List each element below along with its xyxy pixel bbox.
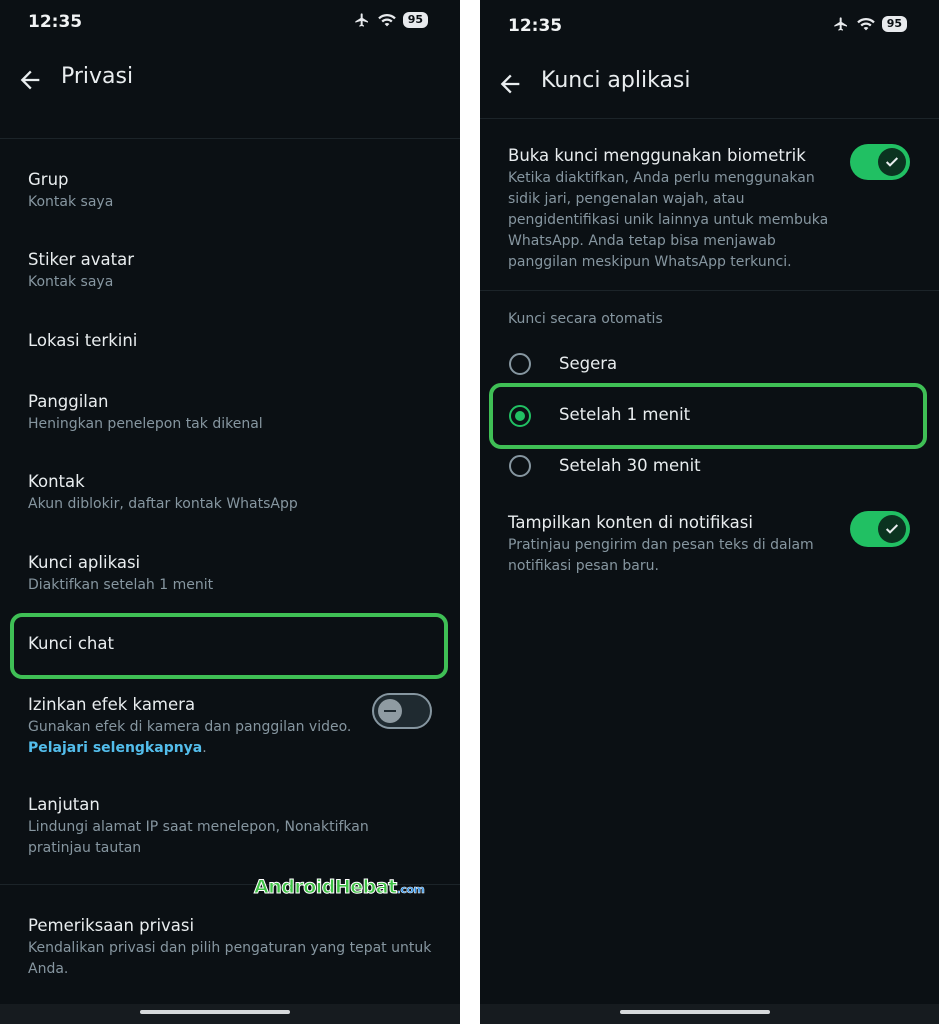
setting-subtitle: Kontak saya xyxy=(28,194,114,210)
status-icons: 95 xyxy=(353,12,428,28)
toggle-knob xyxy=(878,515,906,543)
app-lock-screen: 12:35 95 Kunci aplikasi Buka kunci mengg… xyxy=(480,0,939,1024)
desc-line: Pratinjau pengirim dan pesan teks di dal… xyxy=(508,537,814,553)
desc-line: Ketika diaktifkan, Anda perlu menggunaka… xyxy=(508,170,815,186)
page-title: Privasi xyxy=(61,64,134,89)
setting-live-location[interactable]: Lokasi terkini xyxy=(28,330,440,352)
setting-title: Kontak xyxy=(28,472,85,491)
setting-subtitle: Lindungi alamat IP saat menelepon, Nonak… xyxy=(28,817,440,859)
subtitle-line: Kendalikan privasi dan pilih pengaturan … xyxy=(28,940,432,956)
radio-label[interactable]: Setelah 30 menit xyxy=(559,456,701,475)
setting-camera-effects[interactable]: Izinkan efek kamera Gunakan efek di kame… xyxy=(28,694,352,759)
notification-content-toggle[interactable] xyxy=(850,511,910,547)
radio-after-1-minute[interactable] xyxy=(509,405,531,427)
highlight-box xyxy=(489,383,927,449)
divider xyxy=(0,138,460,139)
desc-line: notifikasi pesan baru. xyxy=(508,558,659,574)
home-indicator[interactable] xyxy=(620,1010,770,1014)
privacy-screen: 12:35 95 Privasi Grup Kontak saya Stiker… xyxy=(0,0,460,1024)
battery-indicator: 95 xyxy=(402,12,428,28)
back-arrow-icon[interactable] xyxy=(16,66,44,94)
camera-effects-toggle[interactable] xyxy=(372,693,432,729)
setting-groups[interactable]: Grup Kontak saya xyxy=(28,169,440,213)
setting-title: Grup xyxy=(28,170,69,189)
status-time: 12:35 xyxy=(28,12,83,32)
setting-description: Pratinjau pengirim dan pesan teks di dal… xyxy=(508,535,829,577)
divider xyxy=(480,290,939,291)
watermark-logo: AndroidHebat.com xyxy=(254,876,426,899)
radio-label[interactable]: Segera xyxy=(559,354,617,373)
setting-title: Izinkan efek kamera xyxy=(28,695,196,714)
status-icons: 95 xyxy=(832,16,907,32)
setting-title: Panggilan xyxy=(28,392,109,411)
setting-biometric-unlock[interactable]: Buka kunci menggunakan biometrik Ketika … xyxy=(508,145,829,273)
setting-title: Pemeriksaan privasi xyxy=(28,916,195,935)
desc-line: sidik jari, pengenalan wajah, atau xyxy=(508,191,745,207)
setting-title: Lokasi terkini xyxy=(28,331,138,350)
app-bar: Privasi xyxy=(0,60,460,100)
toggle-knob xyxy=(378,699,402,723)
setting-show-notification-content[interactable]: Tampilkan konten di notifikasi Pratinjau… xyxy=(508,512,829,577)
setting-subtitle: Kontak saya xyxy=(28,274,114,290)
radio-label[interactable]: Setelah 1 menit xyxy=(559,405,690,424)
learn-more-link[interactable]: Pelajari selengkapnya xyxy=(28,740,202,756)
subtitle-line: Lindungi alamat IP saat menelepon, Nonak… xyxy=(28,819,369,835)
navigation-bar xyxy=(480,1004,939,1024)
airplane-icon xyxy=(834,17,847,31)
auto-lock-section-label: Kunci secara otomatis xyxy=(508,311,663,327)
status-bar: 12:35 95 xyxy=(480,4,939,48)
setting-subtitle-text: Gunakan efek di kamera dan panggilan vid… xyxy=(28,719,352,735)
wifi-icon xyxy=(377,13,396,27)
setting-subtitle: Diaktifkan setelah 1 menit xyxy=(28,577,214,593)
subtitle-line: pratinjau tautan xyxy=(28,840,142,856)
setting-calls[interactable]: Panggilan Heningkan penelepon tak dikena… xyxy=(28,391,440,435)
setting-chat-lock[interactable]: Kunci chat xyxy=(28,633,440,655)
setting-privacy-checkup[interactable]: Pemeriksaan privasi Kendalikan privasi d… xyxy=(28,915,440,980)
battery-indicator: 95 xyxy=(881,16,907,32)
setting-avatar-stickers[interactable]: Stiker avatar Kontak saya xyxy=(28,249,440,293)
page-title: Kunci aplikasi xyxy=(541,68,691,93)
desc-line: WhatsApp. Anda tetap bisa menjawab xyxy=(508,233,776,249)
period: . xyxy=(202,740,207,756)
setting-subtitle: Heningkan penelepon tak dikenal xyxy=(28,416,263,432)
app-bar: Kunci aplikasi xyxy=(480,64,939,104)
setting-title: Buka kunci menggunakan biometrik xyxy=(508,146,806,165)
desc-line: panggilan meskipun WhatsApp terkunci. xyxy=(508,254,792,270)
desc-line: pengidentifikasi unik lainnya untuk memb… xyxy=(508,212,829,228)
setting-subtitle: Akun diblokir, daftar kontak WhatsApp xyxy=(28,496,298,512)
setting-title: Kunci chat xyxy=(28,634,114,653)
subtitle-line: Anda. xyxy=(28,961,69,977)
setting-subtitle: Kendalikan privasi dan pilih pengaturan … xyxy=(28,938,440,980)
back-arrow-icon[interactable] xyxy=(496,70,524,98)
airplane-icon xyxy=(355,13,368,27)
setting-title: Kunci aplikasi xyxy=(28,553,141,572)
home-indicator[interactable] xyxy=(140,1010,290,1014)
radio-immediately[interactable] xyxy=(509,353,531,375)
setting-title: Stiker avatar xyxy=(28,250,135,269)
setting-contacts[interactable]: Kontak Akun diblokir, daftar kontak What… xyxy=(28,471,440,515)
setting-subtitle: Gunakan efek di kamera dan panggilan vid… xyxy=(28,717,352,759)
status-bar: 12:35 95 xyxy=(0,0,460,44)
radio-after-30-minutes[interactable] xyxy=(509,455,531,477)
setting-title: Tampilkan konten di notifikasi xyxy=(508,513,753,532)
wifi-icon xyxy=(856,17,875,31)
setting-description: Ketika diaktifkan, Anda perlu menggunaka… xyxy=(508,168,829,273)
status-time: 12:35 xyxy=(508,16,563,36)
checkmark-icon xyxy=(885,157,899,167)
divider xyxy=(480,118,939,119)
biometric-toggle[interactable] xyxy=(850,144,910,180)
toggle-knob xyxy=(878,148,906,176)
setting-app-lock[interactable]: Kunci aplikasi Diaktifkan setelah 1 meni… xyxy=(28,552,440,596)
checkmark-icon xyxy=(885,524,899,534)
setting-advanced[interactable]: Lanjutan Lindungi alamat IP saat menelep… xyxy=(28,794,440,859)
navigation-bar xyxy=(0,1004,460,1024)
setting-title: Lanjutan xyxy=(28,795,100,814)
